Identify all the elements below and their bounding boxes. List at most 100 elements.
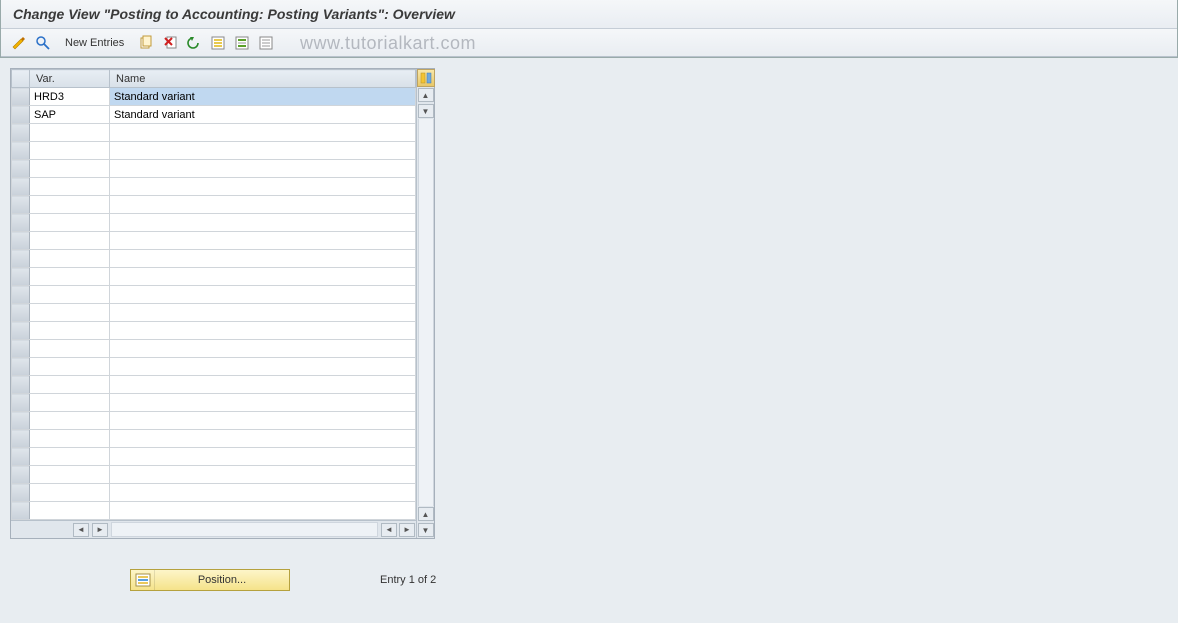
copy-button[interactable] xyxy=(136,33,156,53)
table-row[interactable]: SAPStandard variant xyxy=(12,106,416,124)
row-selector[interactable] xyxy=(12,466,30,484)
table-row-empty[interactable] xyxy=(12,214,416,232)
cell-name[interactable] xyxy=(110,250,416,268)
table-row-empty[interactable] xyxy=(12,430,416,448)
row-selector[interactable] xyxy=(12,124,30,142)
row-selector[interactable] xyxy=(12,358,30,376)
cell-var[interactable] xyxy=(30,484,110,502)
cell-var[interactable] xyxy=(30,412,110,430)
row-selector[interactable] xyxy=(12,322,30,340)
vertical-scrollbar[interactable]: ▲ ▼ ▲ ▼ xyxy=(416,69,434,538)
cell-name[interactable] xyxy=(110,466,416,484)
scroll-up-icon[interactable]: ▲ xyxy=(418,88,434,102)
cell-var[interactable] xyxy=(30,250,110,268)
row-selector[interactable] xyxy=(12,286,30,304)
cell-var[interactable] xyxy=(30,502,110,520)
display-change-button[interactable] xyxy=(9,33,29,53)
cell-var[interactable] xyxy=(30,376,110,394)
table-row-empty[interactable] xyxy=(12,466,416,484)
row-selector[interactable] xyxy=(12,88,30,106)
scroll-right-icon[interactable]: ► xyxy=(92,523,108,537)
cell-name[interactable]: Standard variant xyxy=(110,106,416,124)
cell-var[interactable] xyxy=(30,466,110,484)
table-row-empty[interactable] xyxy=(12,448,416,466)
row-selector[interactable] xyxy=(12,178,30,196)
cell-var[interactable] xyxy=(30,160,110,178)
table-row-empty[interactable] xyxy=(12,286,416,304)
cell-name[interactable] xyxy=(110,448,416,466)
variants-table[interactable]: Var. Name HRD3Standard variantSAPStandar… xyxy=(11,69,416,520)
cell-var[interactable] xyxy=(30,196,110,214)
cell-name[interactable] xyxy=(110,286,416,304)
cell-var[interactable] xyxy=(30,268,110,286)
scroll-left2-icon[interactable]: ◄ xyxy=(381,523,397,537)
column-header-name[interactable]: Name xyxy=(110,70,416,88)
cell-name[interactable] xyxy=(110,160,416,178)
delete-button[interactable] xyxy=(160,33,180,53)
cell-name[interactable] xyxy=(110,304,416,322)
row-selector[interactable] xyxy=(12,502,30,520)
cell-var[interactable] xyxy=(30,358,110,376)
row-selector[interactable] xyxy=(12,340,30,358)
table-row-empty[interactable] xyxy=(12,142,416,160)
cell-name[interactable] xyxy=(110,142,416,160)
cell-name[interactable] xyxy=(110,178,416,196)
table-row-empty[interactable] xyxy=(12,160,416,178)
table-row-empty[interactable] xyxy=(12,196,416,214)
row-selector[interactable] xyxy=(12,412,30,430)
column-header-var[interactable]: Var. xyxy=(30,70,110,88)
select-all-button[interactable] xyxy=(208,33,228,53)
cell-var[interactable] xyxy=(30,214,110,232)
horizontal-scrollbar[interactable]: ◄ ► ◄ ► xyxy=(11,520,416,538)
cell-name[interactable] xyxy=(110,232,416,250)
cell-var[interactable] xyxy=(30,142,110,160)
table-settings-button[interactable] xyxy=(417,69,435,87)
row-selector[interactable] xyxy=(12,232,30,250)
cell-name[interactable] xyxy=(110,358,416,376)
row-selector[interactable] xyxy=(12,106,30,124)
table-row[interactable]: HRD3Standard variant xyxy=(12,88,416,106)
scroll-up2-icon[interactable]: ▲ xyxy=(418,507,434,521)
cell-var[interactable] xyxy=(30,124,110,142)
row-selector[interactable] xyxy=(12,196,30,214)
row-selector[interactable] xyxy=(12,160,30,178)
cell-name[interactable] xyxy=(110,376,416,394)
cell-var[interactable] xyxy=(30,286,110,304)
cell-name[interactable] xyxy=(110,268,416,286)
cell-var[interactable] xyxy=(30,430,110,448)
row-selector[interactable] xyxy=(12,268,30,286)
undo-button[interactable] xyxy=(184,33,204,53)
row-selector[interactable] xyxy=(12,430,30,448)
cell-var[interactable] xyxy=(30,322,110,340)
scroll-right2-icon[interactable]: ► xyxy=(399,523,415,537)
scroll-down-icon[interactable]: ▼ xyxy=(418,104,434,118)
deselect-all-button[interactable] xyxy=(256,33,276,53)
cell-var[interactable]: SAP xyxy=(30,106,110,124)
table-row-empty[interactable] xyxy=(12,124,416,142)
table-row-empty[interactable] xyxy=(12,178,416,196)
cell-var[interactable]: HRD3 xyxy=(30,88,110,106)
position-button[interactable]: Position... xyxy=(130,569,290,591)
row-selector[interactable] xyxy=(12,448,30,466)
cell-name[interactable]: Standard variant xyxy=(110,88,416,106)
cell-name[interactable] xyxy=(110,394,416,412)
table-row-empty[interactable] xyxy=(12,376,416,394)
row-selector[interactable] xyxy=(12,250,30,268)
cell-var[interactable] xyxy=(30,340,110,358)
cell-name[interactable] xyxy=(110,322,416,340)
cell-var[interactable] xyxy=(30,394,110,412)
select-block-button[interactable] xyxy=(232,33,252,53)
cell-name[interactable] xyxy=(110,196,416,214)
table-row-empty[interactable] xyxy=(12,322,416,340)
row-selector[interactable] xyxy=(12,376,30,394)
cell-var[interactable] xyxy=(30,178,110,196)
find-button[interactable] xyxy=(33,33,53,53)
cell-name[interactable] xyxy=(110,214,416,232)
row-selector-header[interactable] xyxy=(12,70,30,88)
cell-name[interactable] xyxy=(110,430,416,448)
row-selector[interactable] xyxy=(12,484,30,502)
cell-name[interactable] xyxy=(110,412,416,430)
row-selector[interactable] xyxy=(12,142,30,160)
table-row-empty[interactable] xyxy=(12,412,416,430)
cell-var[interactable] xyxy=(30,232,110,250)
